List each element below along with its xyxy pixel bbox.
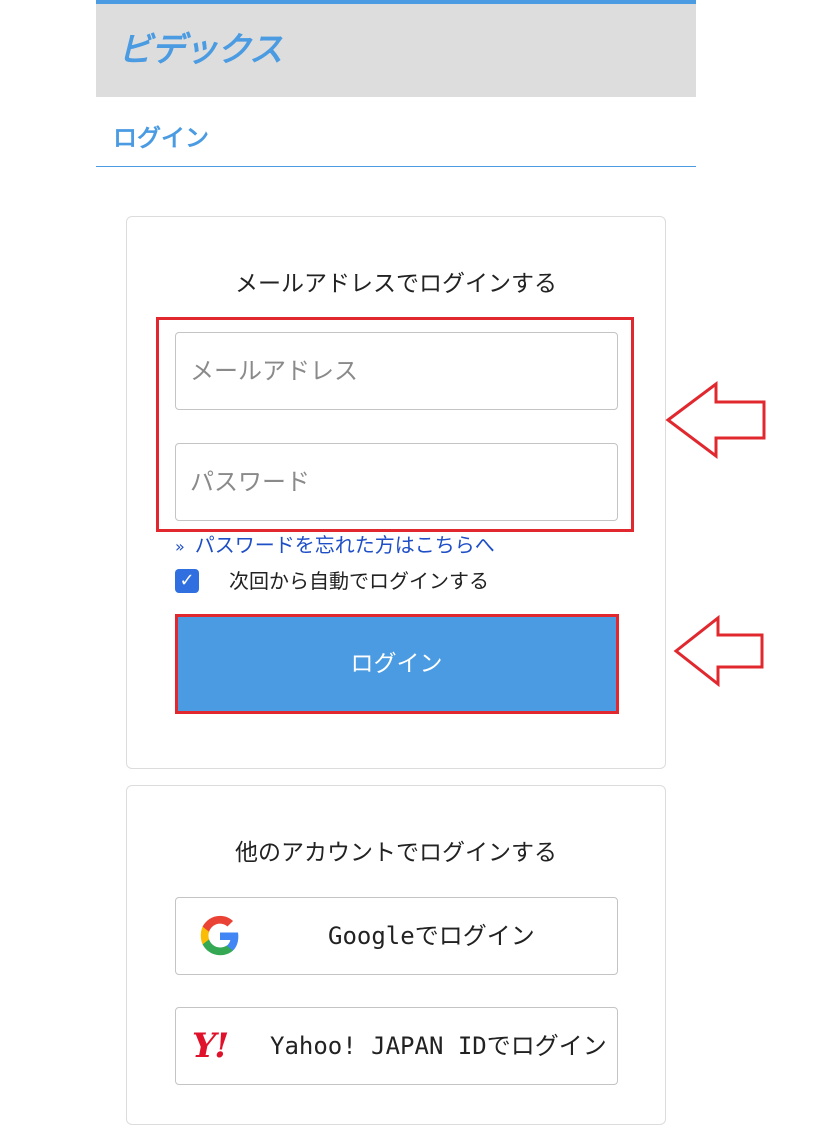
google-login-button[interactable]: Googleでログイン — [175, 897, 618, 975]
remember-me-label[interactable]: 次回から自動でログインする — [229, 568, 489, 594]
yahoo-login-button[interactable]: Y! Yahoo! JAPAN IDでログイン — [175, 1007, 618, 1085]
title-divider — [96, 166, 696, 167]
google-icon — [200, 915, 239, 956]
forgot-password-link[interactable]: » パスワードを忘れた方はこちらへ — [175, 532, 495, 560]
site-header: ビデックス — [96, 0, 696, 97]
social-login-card: 他のアカウントでログインする Googleでログイン Y! Yahoo! JAP… — [126, 785, 666, 1125]
remember-me-checkbox[interactable]: ✓ — [175, 569, 199, 593]
yahoo-login-label: Yahoo! JAPAN IDでログイン — [270, 1032, 607, 1060]
password-input[interactable] — [175, 443, 618, 521]
social-login-heading: 他のアカウントでログインする — [235, 840, 557, 866]
left-arrow-outline-icon — [673, 614, 764, 688]
site-logo[interactable]: ビデックス — [118, 30, 283, 70]
chevron-right-icon: » — [175, 537, 185, 556]
checkmark-icon: ✓ — [179, 570, 195, 591]
page-title: ログイン — [113, 124, 209, 152]
forgot-password-label: パスワードを忘れた方はこちらへ — [194, 533, 495, 557]
remember-me-row: ✓ 次回から自動でログインする — [175, 568, 489, 594]
yahoo-icon: Y! — [192, 1026, 229, 1066]
email-login-card: メールアドレスでログインする » パスワードを忘れた方はこちらへ ✓ 次回から自動… — [126, 216, 666, 769]
google-login-label: Googleでログイン — [328, 922, 535, 950]
left-arrow-outline-icon — [665, 381, 766, 459]
login-page: ビデックス ログイン メールアドレスでログインする » パスワードを忘れた方はこち… — [96, 0, 696, 1125]
email-input[interactable] — [175, 332, 618, 410]
email-login-heading: メールアドレスでログインする — [235, 271, 557, 297]
login-button[interactable]: ログイン — [175, 614, 618, 714]
